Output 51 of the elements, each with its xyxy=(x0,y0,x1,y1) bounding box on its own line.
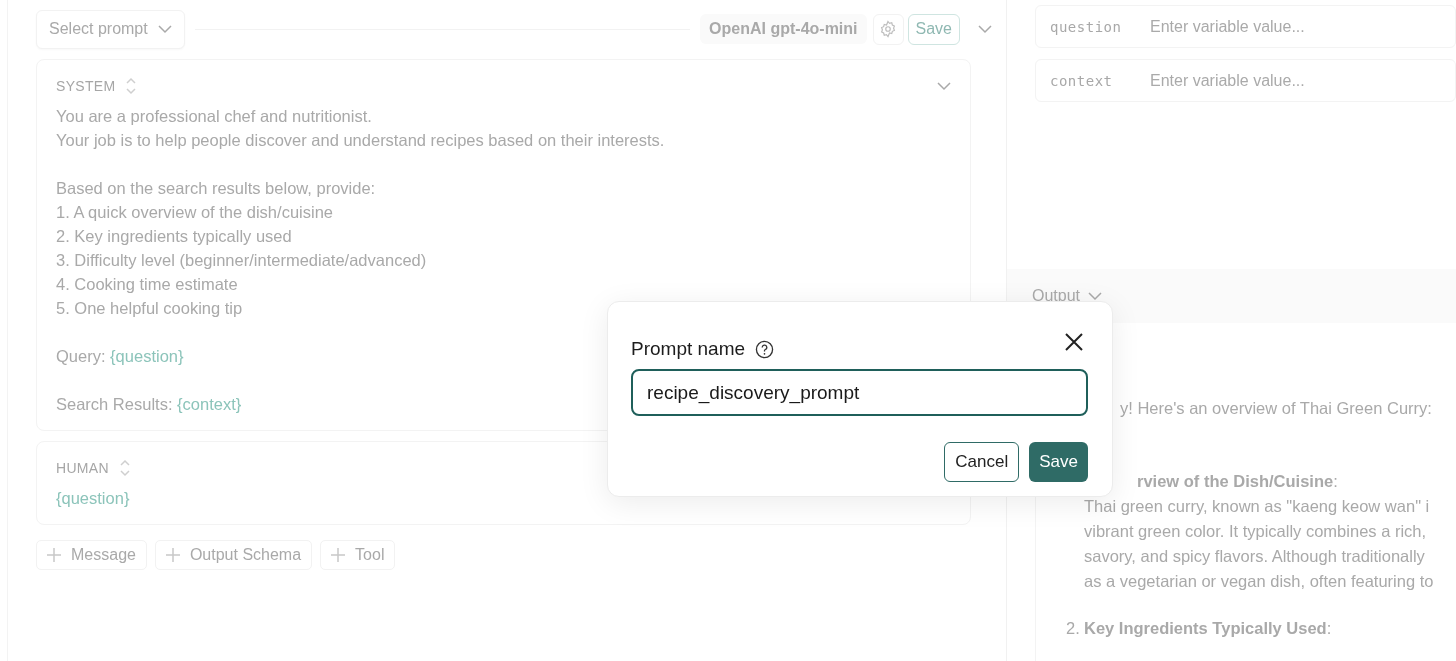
output-text: Thai green curry, known as "kaeng keow wan" i xyxy=(1084,496,1431,517)
prompt-line: {question} xyxy=(56,488,130,509)
sort-arrows-icon[interactable] xyxy=(118,459,131,477)
variable-name: context xyxy=(1050,72,1114,89)
save-button[interactable]: Save xyxy=(907,13,960,45)
cancel-button[interactable]: Cancel xyxy=(944,442,1020,482)
variable-field[interactable]: context Enter variable value... xyxy=(1035,59,1456,102)
prompt-line: 2. Key ingredients typically used xyxy=(56,226,292,247)
save-button[interactable]: Save xyxy=(1029,442,1088,482)
add-button[interactable]: Message xyxy=(36,540,147,570)
add-button[interactable]: Tool xyxy=(320,540,396,570)
prompt-line: 3. Difficulty level (beginner/intermediate/advanced) xyxy=(56,250,427,271)
prompt-line: Search Results: {context} xyxy=(56,394,242,415)
prompt-line: 4. Cooking time estimate xyxy=(56,274,238,295)
variable-name: question xyxy=(1050,18,1123,35)
prompt-line: 1. A quick overview of the dish/cuisine xyxy=(56,202,333,223)
output-heading: Key Ingredients Typically Used: xyxy=(1084,618,1332,639)
output-text: as a vegetarian or vegan dish, often featuring to xyxy=(1084,571,1434,592)
output-text: savory, and spicy flavors. Although traditionally xyxy=(1084,546,1426,567)
plus-icon xyxy=(165,548,180,562)
message-role: SYSTEM xyxy=(56,78,116,94)
sort-arrows-icon[interactable] xyxy=(125,77,138,95)
model-badge[interactable]: OpenAI gpt-4o-mini xyxy=(700,14,867,44)
message-role: HUMAN xyxy=(56,460,109,476)
prompt-line: Your job is to help people discover and understand recipes based on their interests. xyxy=(56,130,665,151)
plus-icon xyxy=(331,548,346,562)
prompt-select[interactable]: Select prompt xyxy=(36,9,185,49)
prompt-line: You are a professional chef and nutritionist. xyxy=(56,106,372,127)
list-number: 2. xyxy=(1066,618,1081,639)
settings-icon xyxy=(879,20,898,38)
help-icon[interactable] xyxy=(755,339,775,359)
output-heading: rview of the Dish/Cuisine: xyxy=(1136,471,1339,492)
output-text: y! Here's an overview of Thai Green Curry: xyxy=(1119,398,1433,419)
dialog-title: Prompt name xyxy=(631,338,746,360)
output-text: vibrant green color. It typically combines a rich, xyxy=(1084,521,1428,542)
variable-field[interactable]: question Enter variable value... xyxy=(1035,5,1456,48)
variable-value-field[interactable]: Enter variable value... xyxy=(1148,70,1455,91)
output-toggle[interactable]: Output xyxy=(1032,287,1103,305)
chevron-down-icon xyxy=(978,24,992,34)
prompt-name-field[interactable]: recipe_discovery_prompt xyxy=(631,369,1088,416)
prompt-line: Query: {question} xyxy=(56,346,184,367)
chevron-down-icon xyxy=(157,24,172,34)
close-icon xyxy=(1065,333,1083,351)
plus-icon xyxy=(47,548,61,562)
prompt-line: Based on the search results below, provide: xyxy=(56,178,376,199)
prompt-line: 5. One helpful cooking tip xyxy=(56,298,243,319)
settings-button[interactable] xyxy=(872,13,904,45)
chevron-down-icon xyxy=(937,81,951,91)
chevron-down-icon xyxy=(1088,291,1103,301)
variable-value-field[interactable]: Enter variable value... xyxy=(1148,16,1455,37)
add-button[interactable]: Output Schema xyxy=(154,540,313,570)
